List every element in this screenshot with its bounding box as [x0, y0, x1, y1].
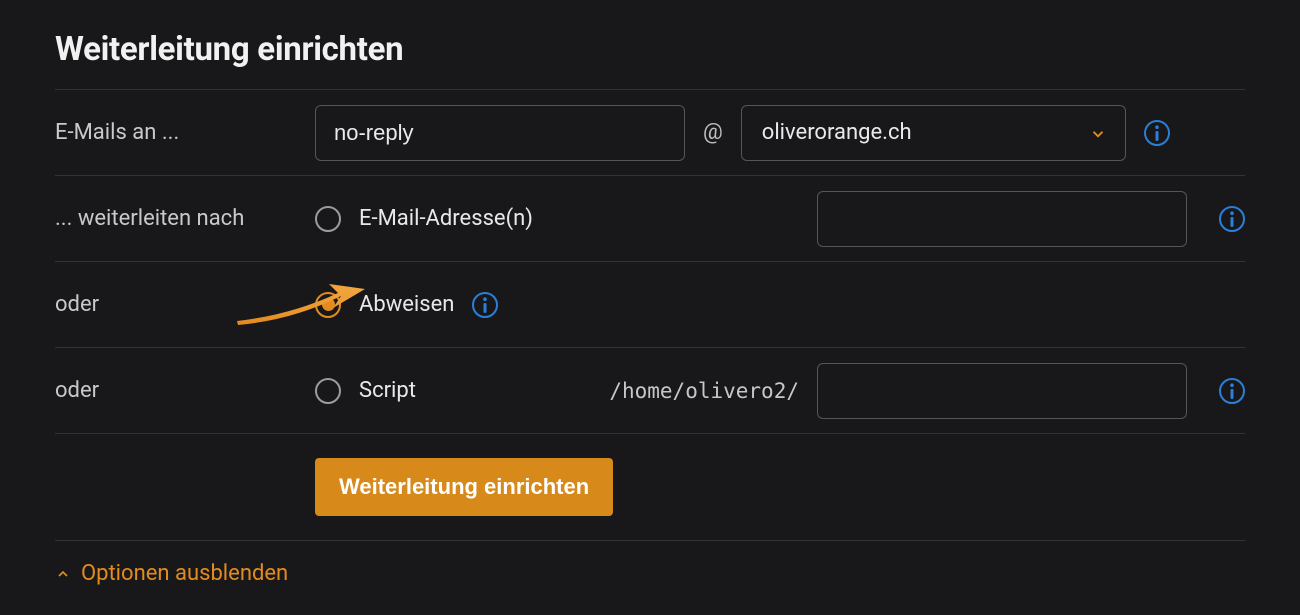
info-icon[interactable]: [1219, 206, 1245, 232]
page-title: Weiterleitung einrichten: [55, 30, 1245, 89]
forward-destination-input[interactable]: [817, 191, 1187, 247]
radio-script-label: Script: [359, 378, 416, 403]
info-icon[interactable]: [1219, 378, 1245, 404]
row-forward-to: ... weiterleiten nach E-Mail-Adresse(n): [55, 175, 1245, 261]
script-path-input[interactable]: [817, 363, 1187, 419]
content-reject: Abweisen: [315, 292, 1245, 318]
chevron-up-icon: [55, 566, 71, 582]
label-reject: oder: [55, 292, 315, 317]
options-toggle-label: Optionen ausblenden: [81, 561, 288, 586]
label-forward-to: ... weiterleiten nach: [55, 206, 315, 231]
script-path-prefix: /home/olivero2/: [609, 379, 799, 403]
submit-button[interactable]: Weiterleitung einrichten: [315, 458, 613, 516]
at-symbol: @: [703, 120, 723, 145]
content-forward-to: E-Mail-Adresse(n): [315, 191, 1245, 247]
content-script: Script /home/olivero2/: [315, 363, 1245, 419]
row-reject: oder Abweisen: [55, 261, 1245, 347]
label-script: oder: [55, 378, 315, 403]
row-script: oder Script /home/olivero2/: [55, 347, 1245, 433]
email-local-input[interactable]: [315, 105, 685, 161]
info-icon[interactable]: [1144, 120, 1170, 146]
radio-email-addresses-label: E-Mail-Adresse(n): [359, 206, 533, 231]
label-emails-to: E-Mails an ...: [55, 120, 315, 145]
chevron-down-icon: [1089, 124, 1107, 142]
info-icon[interactable]: [472, 292, 498, 318]
radio-reject-label: Abweisen: [359, 292, 454, 317]
domain-select-value: oliverorange.ch: [762, 120, 912, 145]
radio-script[interactable]: [315, 378, 341, 404]
radio-email-addresses[interactable]: [315, 206, 341, 232]
row-submit: Weiterleitung einrichten: [55, 433, 1245, 540]
row-emails-to: E-Mails an ... @ oliverorange.ch: [55, 89, 1245, 175]
options-toggle[interactable]: Optionen ausblenden: [55, 540, 1245, 586]
content-emails-to: @ oliverorange.ch: [315, 105, 1245, 161]
domain-select[interactable]: oliverorange.ch: [741, 105, 1126, 161]
radio-reject[interactable]: [315, 292, 341, 318]
content-submit: Weiterleitung einrichten: [315, 458, 1245, 516]
